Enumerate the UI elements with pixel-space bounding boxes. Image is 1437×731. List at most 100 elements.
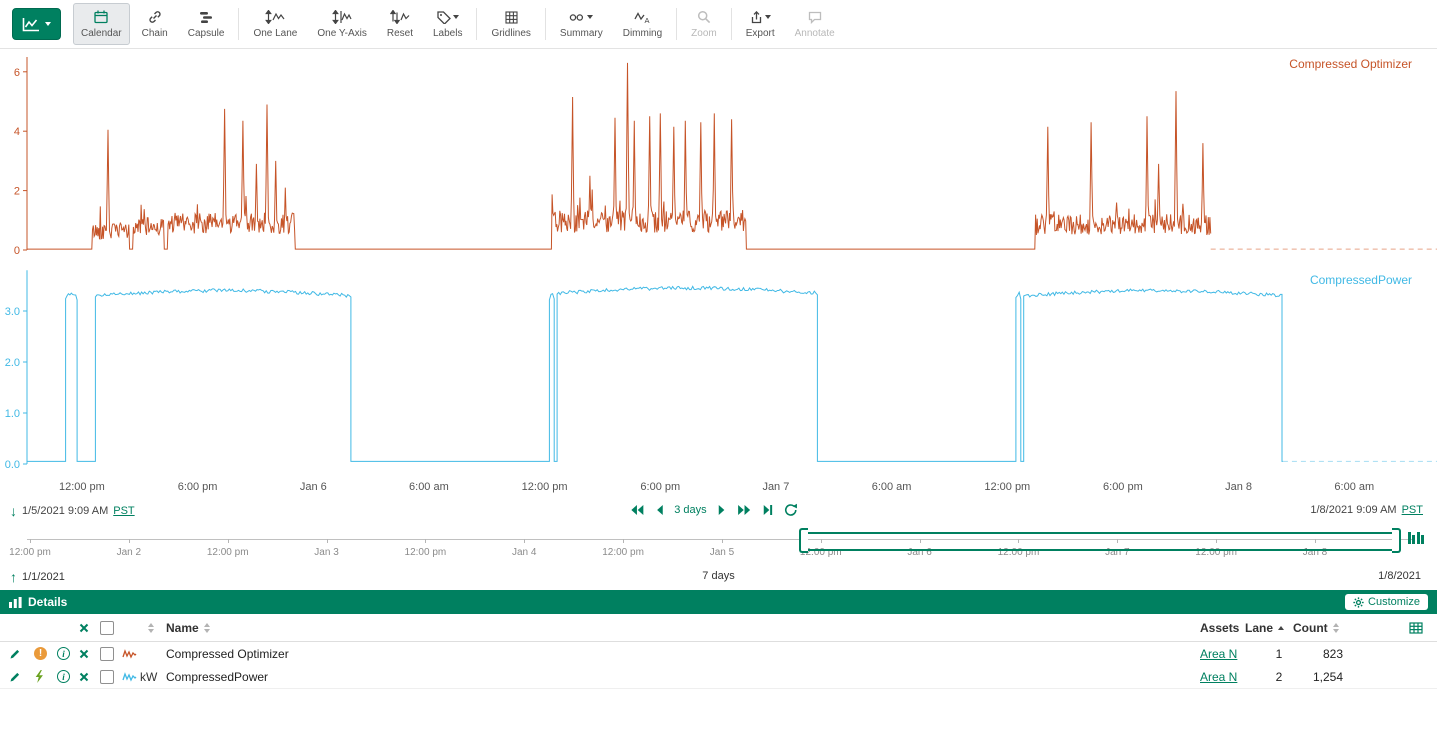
item-name[interactable]: CompressedPower: [166, 665, 268, 688]
x-axis-label: 12:00 pm: [522, 481, 568, 493]
range-duration[interactable]: 3 days: [674, 504, 706, 516]
timeline-range-arrow-icon[interactable]: ↑: [10, 570, 17, 584]
calendar-button[interactable]: Calendar: [73, 3, 130, 45]
dimming-button[interactable]: A Dimming: [615, 3, 670, 45]
chain-button[interactable]: Chain: [134, 3, 176, 45]
export-icon: [750, 9, 771, 25]
timezone-link[interactable]: PST: [113, 505, 134, 517]
x-axis-label: 6:00 am: [1334, 481, 1374, 493]
warning-icon[interactable]: !: [34, 642, 47, 665]
labels-button[interactable]: Labels: [425, 3, 470, 45]
row-checkbox[interactable]: [100, 665, 114, 688]
step-back-half-button[interactable]: [655, 504, 663, 516]
timeline-tick: [228, 539, 229, 543]
select-all-checkbox[interactable]: [100, 614, 114, 641]
y-axis-label: 6: [14, 67, 20, 79]
annotate-button[interactable]: Annotate: [787, 3, 843, 45]
series-line: [27, 286, 1283, 461]
zoom-button[interactable]: Zoom: [683, 3, 725, 45]
auto-update-button[interactable]: [784, 503, 798, 517]
asset-link[interactable]: Area N: [1200, 670, 1237, 684]
y-axis-label: 3.0: [5, 306, 20, 318]
details-panel-header: Details Customize: [0, 590, 1437, 614]
refresh-icon: [784, 503, 798, 517]
zoom-icon: [697, 9, 711, 25]
info-icon[interactable]: i: [57, 665, 70, 688]
toolbar-divider: [238, 8, 239, 40]
one-y-axis-icon: [332, 9, 352, 25]
x-axis-label: 12:00 pm: [59, 481, 105, 493]
column-header-lane[interactable]: Lane: [1245, 614, 1284, 641]
timeline-selection[interactable]: [804, 532, 1394, 551]
y-axis-label: 0: [14, 245, 20, 257]
column-header-count[interactable]: Count: [1293, 614, 1339, 641]
timeline-tick-label: Jan 4: [512, 547, 536, 558]
column-header-name[interactable]: Name: [166, 614, 210, 641]
reset-button[interactable]: Reset: [379, 3, 421, 45]
reset-icon: [390, 9, 410, 25]
step-forward-half-button[interactable]: [718, 504, 726, 516]
timeline-tick-label: Jan 5: [710, 547, 734, 558]
timeline-dates: ↑ 1/1/2021 7 days 1/8/2021: [0, 568, 1437, 586]
column-header-assets[interactable]: Assets: [1200, 614, 1239, 641]
asset-link[interactable]: Area N: [1200, 647, 1237, 661]
item-name[interactable]: Compressed Optimizer: [166, 642, 289, 665]
customize-button[interactable]: Customize: [1345, 594, 1428, 610]
one-y-axis-button[interactable]: One Y-Axis: [309, 3, 374, 45]
gridlines-button[interactable]: Gridlines: [483, 3, 538, 45]
step-back-full-button[interactable]: [629, 504, 644, 516]
lane-value: 1: [1264, 642, 1294, 665]
timezone-link[interactable]: PST: [1402, 504, 1423, 516]
add-column-icon[interactable]: [1409, 614, 1423, 641]
x-axis-label: 6:00 am: [872, 481, 912, 493]
export-button[interactable]: Export: [738, 3, 783, 45]
sort-icon[interactable]: [204, 623, 210, 633]
step-forward-icon: [718, 504, 726, 516]
remove-icon[interactable]: [79, 665, 89, 688]
timeline-selection-right-handle[interactable]: [1392, 528, 1401, 553]
series-line: [27, 63, 1211, 249]
summary-icon: [569, 9, 593, 25]
dimming-icon: A: [634, 9, 651, 25]
x-axis-label: 6:00 pm: [1103, 481, 1143, 493]
overview-timeline[interactable]: 12:00 pmJan 212:00 pmJan 312:00 pmJan 41…: [0, 526, 1437, 568]
sort-icon[interactable]: [1333, 623, 1339, 633]
step-to-end-button[interactable]: [763, 504, 773, 516]
edit-pencil-icon[interactable]: [9, 665, 21, 688]
capsule-button[interactable]: Capsule: [180, 3, 233, 45]
display-range-end: 1/8/2021 9:09 AM: [1310, 504, 1396, 516]
y-axis-label: 1.0: [5, 408, 20, 420]
row-checkbox[interactable]: [100, 642, 114, 665]
toolbar-divider: [545, 8, 546, 40]
display-range-start: 1/5/2021 9:09 AM: [22, 505, 108, 517]
y-axis-label: 2: [14, 186, 20, 198]
timeline-tick-label: Jan 2: [117, 547, 141, 558]
x-axis-label: Jan 7: [762, 481, 789, 493]
bolt-icon[interactable]: [34, 665, 45, 688]
timeline-selection-left-handle[interactable]: [799, 528, 808, 553]
one-lane-button[interactable]: One Lane: [245, 3, 305, 45]
summary-button[interactable]: Summary: [552, 3, 611, 45]
details-table-header: Name Assets Lane Count: [0, 614, 1437, 642]
count-value: 1,254: [1295, 665, 1343, 688]
info-icon[interactable]: i: [57, 642, 70, 665]
row-order-sort[interactable]: [143, 614, 154, 641]
timeline-tick: [623, 539, 624, 543]
toolbar-divider: [731, 8, 732, 40]
table-row[interactable]: ! i Compressed Optimizer Area N 1 823: [0, 642, 1437, 666]
svg-text:A: A: [644, 16, 649, 24]
step-forward-full-button[interactable]: [737, 504, 752, 516]
trend-view-button[interactable]: [12, 8, 61, 40]
timeline-duration: 7 days: [702, 570, 734, 582]
remove-icon[interactable]: [79, 642, 89, 665]
table-row[interactable]: i kW CompressedPower Area N 2 1,254: [0, 665, 1437, 689]
capsule-time-icon[interactable]: [1407, 530, 1425, 546]
skip-to-end-icon: [763, 504, 773, 516]
sort-asc-icon[interactable]: [1278, 626, 1284, 630]
investigate-range-arrow-icon[interactable]: ↓: [10, 504, 17, 518]
remove-all-icon[interactable]: [79, 614, 89, 641]
trend-chart[interactable]: 0246Compressed Optimizer0.01.02.03.0Comp…: [0, 48, 1437, 500]
gridlines-icon: [505, 9, 518, 25]
edit-pencil-icon[interactable]: [9, 642, 21, 665]
tag-icon: [437, 9, 459, 25]
